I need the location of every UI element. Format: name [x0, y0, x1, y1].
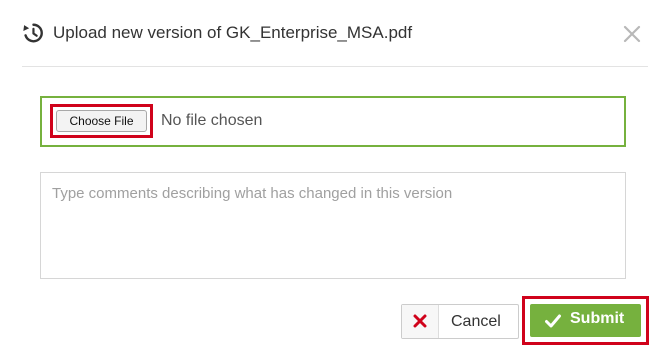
submit-button[interactable]: Submit: [530, 304, 641, 337]
upload-version-dialog: Upload new version of GK_Enterprise_MSA.…: [0, 0, 670, 356]
history-icon: [23, 23, 43, 43]
dialog-title: Upload new version of GK_Enterprise_MSA.…: [53, 23, 413, 42]
choose-file-highlight: Choose File: [50, 104, 153, 138]
submit-label: Submit: [570, 310, 625, 327]
cancel-label: Cancel: [451, 313, 501, 330]
submit-highlight: Submit: [522, 296, 649, 345]
file-status-text: No file chosen: [161, 112, 263, 129]
cancel-icon-box: [402, 305, 439, 338]
x-icon: [413, 314, 427, 328]
cancel-button[interactable]: Cancel: [401, 304, 519, 339]
dialog-header: Upload new version of GK_Enterprise_MSA.…: [22, 18, 648, 67]
close-icon[interactable]: [622, 24, 642, 44]
choose-file-button[interactable]: Choose File: [56, 110, 147, 132]
file-input-row: Choose File No file chosen: [40, 96, 626, 147]
comments-textarea[interactable]: [40, 172, 626, 279]
checkmark-icon: [545, 314, 561, 328]
